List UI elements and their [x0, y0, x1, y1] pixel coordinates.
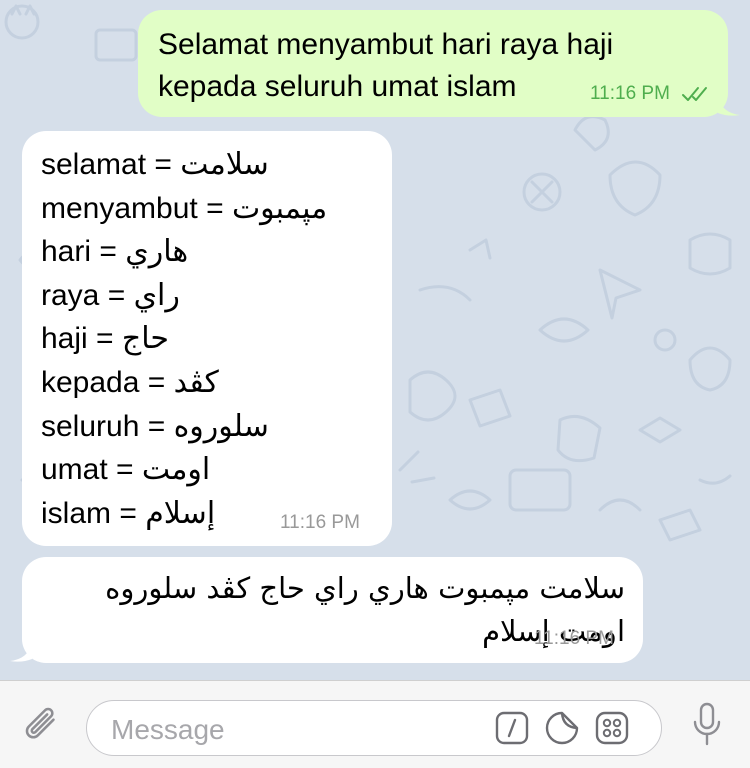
outgoing-bubble-tail: [718, 97, 740, 116]
jawi-word: راي: [133, 277, 180, 313]
latin-word: islam =: [41, 496, 137, 530]
jawi-word: كڤد: [173, 364, 219, 400]
dictionary-line: umat = اومت: [41, 448, 327, 492]
sticker-icon[interactable]: [545, 711, 579, 745]
message-input-placeholder: Message: [111, 714, 225, 745]
outgoing-message-time: 11:16 PM: [590, 83, 670, 104]
incoming-bubble-tail: [10, 643, 32, 662]
outgoing-message-bubble[interactable]: Selamat menyambut hari raya haji kepada …: [138, 10, 728, 117]
latin-word: menyambut =: [41, 191, 224, 225]
attach-icon[interactable]: [22, 705, 64, 747]
outgoing-message-line-1: Selamat menyambut hari raya haji: [158, 28, 614, 61]
jawi-word: هاري: [125, 234, 189, 270]
latin-word: umat =: [41, 453, 134, 487]
jawi-word: إسلام: [145, 495, 216, 531]
jawi-word: سلامت: [180, 147, 269, 182]
latin-word: raya =: [41, 278, 126, 312]
dictionary-line: raya = راي: [41, 274, 327, 318]
jawi-message-line-1: سلامت مپمبوت هاري راي حاج كڤد سلوروه: [105, 571, 625, 605]
latin-word: kepada =: [41, 365, 166, 399]
jawi-word: سلوروه: [173, 408, 269, 444]
jawi-message-bubble[interactable]: سلامت مپمبوت هاري راي حاج كڤد سلوروه اوم…: [22, 557, 643, 663]
jawi-word: مپمبوت: [231, 190, 328, 226]
jawi-message-time: 11:16 PM: [534, 628, 614, 649]
latin-word: selamat =: [41, 148, 172, 181]
dictionary-line: haji = حاج: [41, 317, 327, 361]
dictionary-line: kepada = كڤد: [41, 361, 327, 405]
latin-word: haji =: [41, 322, 114, 356]
dictionary-line: hari = هاري: [41, 230, 327, 274]
latin-word: hari =: [41, 235, 117, 269]
microphone-icon[interactable]: [692, 701, 722, 747]
dictionary-list: selamat = سلامت menyambut = مپمبوت hari …: [41, 143, 327, 535]
outgoing-message-text: Selamat menyambut hari raya haji kepada …: [158, 24, 613, 108]
dictionary-message-time: 11:16 PM: [280, 512, 360, 533]
double-check-icon: [682, 87, 707, 101]
dictionary-line: selamat = سلامت: [41, 143, 327, 187]
latin-word: seluruh =: [41, 409, 166, 443]
outgoing-message-line-2: kepada seluruh umat islam: [158, 70, 517, 103]
dictionary-message-bubble[interactable]: selamat = سلامت menyambut = مپمبوت hari …: [22, 131, 392, 546]
command-icon[interactable]: [495, 711, 529, 745]
jawi-word: اومت: [141, 452, 211, 488]
jawi-word: حاج: [121, 321, 169, 357]
emoji-panel-icon[interactable]: [595, 711, 629, 745]
dictionary-line: menyambut = مپمبوت: [41, 187, 327, 231]
message-input[interactable]: Message: [86, 700, 662, 756]
dictionary-line: seluruh = سلوروه: [41, 405, 327, 449]
message-composer-bar: Message: [0, 680, 750, 768]
